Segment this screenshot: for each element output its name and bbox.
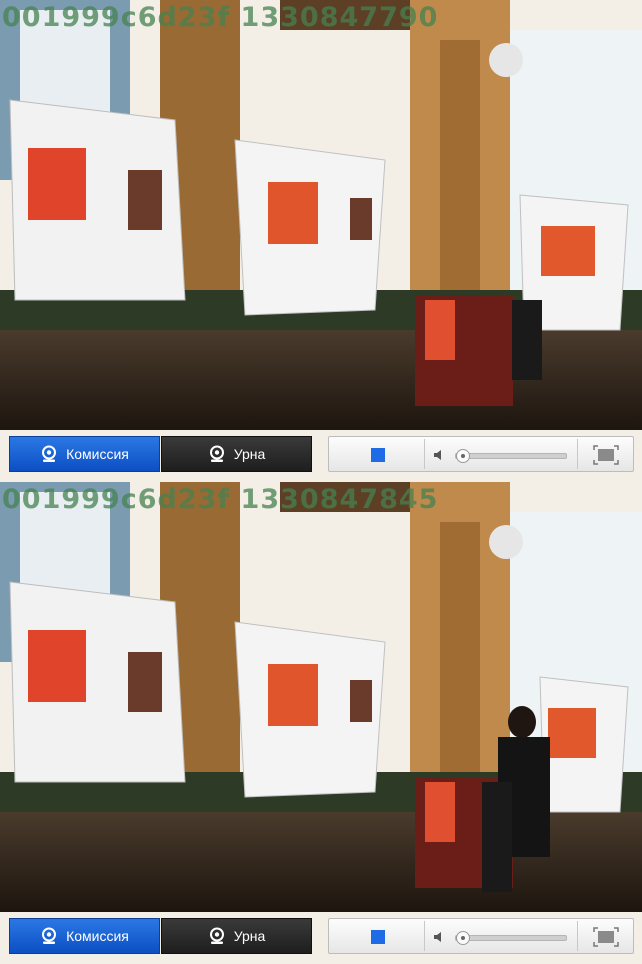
webcam-icon (42, 927, 57, 944)
fullscreen-icon[interactable] (593, 445, 619, 465)
fullscreen-icon[interactable] (593, 927, 619, 947)
camera-feed-polling-station (0, 482, 642, 964)
volume-slider[interactable] (455, 449, 567, 463)
camera-urn-label: Урна (233, 928, 266, 944)
camera-id-timestamp: 001999c6d23f 1330847790 (2, 2, 439, 33)
volume-knob[interactable] (455, 449, 470, 463)
divider (577, 439, 578, 469)
camera-id-timestamp: 001999c6d23f 1330847845 (2, 484, 439, 515)
stop-icon[interactable] (371, 930, 385, 944)
stop-icon[interactable] (371, 448, 385, 462)
playback-controls (328, 436, 634, 472)
playback-controls (328, 918, 634, 954)
camera-feed-polling-station (0, 0, 642, 482)
player-toolbar: Комиссия Урна (0, 914, 642, 964)
player-toolbar: Комиссия Урна (0, 432, 642, 482)
divider (577, 921, 578, 951)
camera-commission-button[interactable]: Комиссия (9, 436, 160, 472)
volume-icon[interactable] (433, 448, 447, 462)
webcam-icon (42, 445, 57, 462)
webcam-icon (209, 927, 224, 944)
webcam-icon (209, 445, 224, 462)
divider (424, 921, 425, 951)
camera-urn-button[interactable]: Урна (161, 918, 312, 954)
camera-commission-label: Комиссия (66, 928, 129, 944)
video-frame-1: 001999c6d23f 1330847790 Комиссия Урна (0, 0, 642, 482)
video-frame-2: 001999c6d23f 1330847845 Комиссия Урна (0, 482, 642, 964)
divider (424, 439, 425, 469)
camera-commission-button[interactable]: Комиссия (9, 918, 160, 954)
camera-urn-label: Урна (233, 446, 266, 462)
volume-knob[interactable] (455, 931, 470, 945)
volume-icon[interactable] (433, 930, 447, 944)
camera-commission-label: Комиссия (66, 446, 129, 462)
camera-urn-button[interactable]: Урна (161, 436, 312, 472)
volume-slider[interactable] (455, 931, 567, 945)
